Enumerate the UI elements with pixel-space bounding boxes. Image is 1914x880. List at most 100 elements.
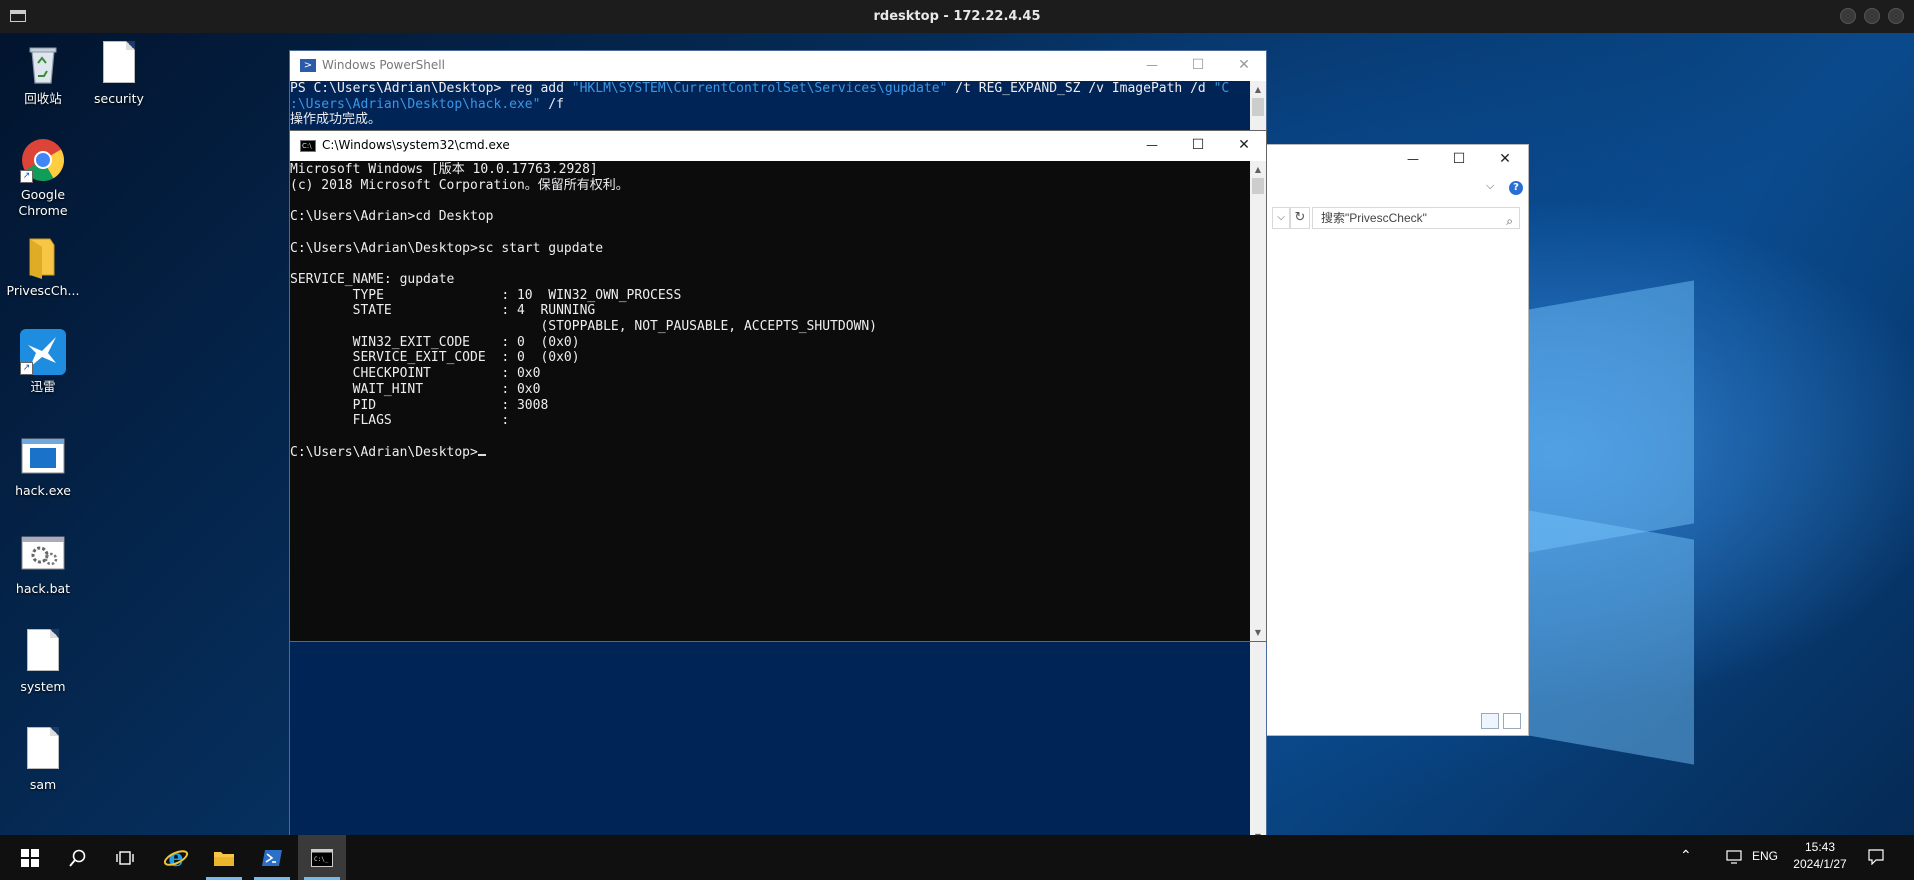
console-line: TYPE : 10 WIN32_OWN_PROCESS bbox=[290, 287, 682, 303]
scroll-down-icon[interactable]: ▼ bbox=[1250, 624, 1266, 641]
file-explorer-icon bbox=[214, 851, 234, 866]
close-button[interactable] bbox=[1888, 8, 1904, 24]
show-hidden-icons-icon[interactable]: ⌃ bbox=[1680, 847, 1692, 864]
minimize-button[interactable]: — bbox=[1129, 131, 1175, 159]
minimize-button[interactable] bbox=[1840, 8, 1856, 24]
desktop-icon-hack-exe[interactable]: hack.exe bbox=[0, 433, 86, 499]
desktop-icon-label: 迅雷 bbox=[30, 379, 56, 394]
rdesktop-titlebar[interactable]: rdesktop - 172.22.4.45 bbox=[0, 0, 1914, 33]
desktop-icon-label: security bbox=[94, 91, 144, 106]
action-center-icon[interactable] bbox=[1868, 849, 1884, 865]
maximize-button[interactable]: ☐ bbox=[1175, 131, 1221, 159]
console-line: STATE : 4 RUNNING bbox=[290, 303, 596, 319]
close-button[interactable]: ✕ bbox=[1221, 131, 1267, 159]
ps-path-arg-end: :\Users\Adrian\Desktop\hack.exe" bbox=[290, 96, 541, 112]
scroll-thumb[interactable] bbox=[1252, 98, 1264, 116]
shortcut-arrow-icon: ↗ bbox=[20, 362, 33, 375]
dropdown-arrow-icon[interactable]: ⌵ bbox=[1272, 207, 1290, 229]
scroll-up-icon[interactable]: ▲ bbox=[1250, 81, 1266, 98]
chrome-icon: ↗ bbox=[20, 137, 66, 183]
chevron-down-icon[interactable]: ⌵ bbox=[1486, 179, 1494, 193]
desktop-icon-label: system bbox=[20, 679, 66, 694]
cmd-icon: C:\_ bbox=[311, 848, 333, 867]
search-placeholder: 搜索"PrivescCheck" bbox=[1321, 211, 1427, 225]
desktop-icon-chrome[interactable]: ↗ Google Chrome bbox=[0, 137, 86, 219]
desktop-icon-sam[interactable]: sam bbox=[0, 727, 86, 793]
input-language[interactable]: ENG bbox=[1752, 849, 1778, 863]
taskbar-internet-explorer[interactable]: e bbox=[152, 835, 200, 880]
task-view-icon bbox=[116, 850, 134, 865]
refresh-icon[interactable]: ↻ bbox=[1290, 207, 1310, 229]
file-explorer-window[interactable]: — ☐ ✕ ⌵ ? ⌵ ↻ 搜索"PrivescCheck" ⌕ bbox=[1265, 144, 1529, 736]
document-icon bbox=[96, 41, 142, 87]
cmd-output[interactable]: Microsoft Windows [版本 10.0.17763.2928] (c… bbox=[290, 162, 1248, 640]
maximize-button[interactable] bbox=[1864, 8, 1880, 24]
cmd-titlebar[interactable]: C:\ C:\Windows\system32\cmd.exe — ☐ ✕ bbox=[290, 131, 1266, 161]
scroll-thumb[interactable] bbox=[1252, 178, 1264, 194]
cmd-window[interactable]: C:\ C:\Windows\system32\cmd.exe — ☐ ✕ Mi… bbox=[289, 130, 1267, 642]
minimize-button[interactable]: — bbox=[1129, 51, 1175, 79]
console-line: FLAGS : bbox=[290, 413, 510, 429]
powershell-titlebar[interactable]: > Windows PowerShell — ☐ ✕ bbox=[290, 51, 1266, 81]
svg-text:C:\_: C:\_ bbox=[314, 856, 329, 863]
console-line: (STOPPABLE, NOT_PAUSABLE, ACCEPTS_SHUTDO… bbox=[290, 319, 877, 335]
console-line: CHECKPOINT : 0x0 bbox=[290, 366, 541, 382]
maximize-button[interactable]: ☐ bbox=[1175, 51, 1221, 79]
cmd-scrollbar[interactable]: ▲ ▼ bbox=[1250, 161, 1266, 641]
desktop-icon-security[interactable]: security bbox=[76, 41, 162, 107]
console-line: SERVICE_NAME: gupdate bbox=[290, 271, 455, 287]
ie-icon: e bbox=[163, 845, 189, 871]
powershell-output[interactable]: PS C:\Users\Adrian\Desktop> reg add "HKL… bbox=[290, 81, 1248, 128]
close-button[interactable]: ✕ bbox=[1482, 145, 1528, 173]
clock-time[interactable]: 15:43 bbox=[1800, 840, 1840, 854]
network-icon[interactable] bbox=[1726, 850, 1744, 864]
powershell-icon bbox=[262, 849, 282, 866]
desktop-icon-xunlei[interactable]: ↗ 迅雷 bbox=[0, 329, 86, 395]
taskbar-cmd[interactable]: C:\_ bbox=[298, 835, 346, 880]
console-line: Microsoft Windows [版本 10.0.17763.2928] bbox=[290, 162, 598, 177]
console-line: C:\Users\Adrian\Desktop>sc start gupdate bbox=[290, 240, 604, 256]
taskbar-file-explorer[interactable] bbox=[200, 835, 248, 880]
ps-registry-key: "HKLM\SYSTEM\CurrentControlSet\Services\… bbox=[571, 81, 948, 96]
desktop-icon-label: hack.bat bbox=[15, 581, 71, 596]
wallpaper-logo-pane bbox=[1528, 280, 1694, 553]
desktop-icon-system[interactable]: system bbox=[0, 629, 86, 695]
taskbar: e C:\_ ⌃ ENG 15:43 2024/1/27 bbox=[0, 835, 1914, 880]
desktop-icon-label: hack.exe bbox=[15, 483, 71, 498]
shortcut-arrow-icon: ↗ bbox=[20, 170, 33, 183]
desktop-icon-recycle-bin[interactable]: 回收站 bbox=[0, 41, 86, 107]
search-button[interactable] bbox=[54, 835, 102, 880]
help-icon[interactable]: ? bbox=[1509, 181, 1523, 195]
search-icon bbox=[69, 849, 86, 867]
svg-text:e: e bbox=[168, 845, 183, 871]
maximize-button[interactable]: ☐ bbox=[1436, 145, 1482, 173]
cmd-title: C:\Windows\system32\cmd.exe bbox=[322, 138, 510, 152]
start-button[interactable] bbox=[6, 835, 54, 880]
powershell-icon: > bbox=[300, 59, 316, 72]
scroll-up-icon[interactable]: ▲ bbox=[1250, 161, 1266, 178]
xunlei-icon: ↗ bbox=[20, 329, 66, 375]
close-button[interactable]: ✕ bbox=[1221, 51, 1267, 79]
powershell-title: Windows PowerShell bbox=[322, 58, 445, 72]
task-view-button[interactable] bbox=[102, 835, 150, 880]
taskbar-powershell[interactable] bbox=[248, 835, 296, 880]
search-icon[interactable]: ⌕ bbox=[1506, 211, 1513, 231]
large-icons-view-icon[interactable] bbox=[1503, 713, 1521, 729]
desktop-icon-privesccheck-folder[interactable]: PrivescCh... bbox=[0, 233, 86, 299]
console-prompt: C:\Users\Adrian\Desktop> bbox=[290, 444, 478, 460]
search-input[interactable]: 搜索"PrivescCheck" ⌕ bbox=[1312, 207, 1520, 229]
desktop-icon-hack-bat[interactable]: hack.bat bbox=[0, 531, 86, 597]
clock-date[interactable]: 2024/1/27 bbox=[1790, 857, 1850, 871]
desktop-icon-label: sam bbox=[29, 777, 57, 792]
text-cursor bbox=[477, 453, 486, 456]
recycle-bin-icon bbox=[20, 41, 66, 87]
cmd-icon: C:\ bbox=[300, 140, 316, 152]
details-view-icon[interactable] bbox=[1481, 713, 1499, 729]
ps-path-arg-start: "C bbox=[1213, 81, 1230, 96]
minimize-button[interactable]: — bbox=[1390, 145, 1436, 173]
ps-command-args: /t REG_EXPAND_SZ /v ImagePath /d bbox=[947, 81, 1214, 96]
console-prompt-line: C:\Users\Adrian\Desktop> bbox=[290, 445, 1248, 461]
